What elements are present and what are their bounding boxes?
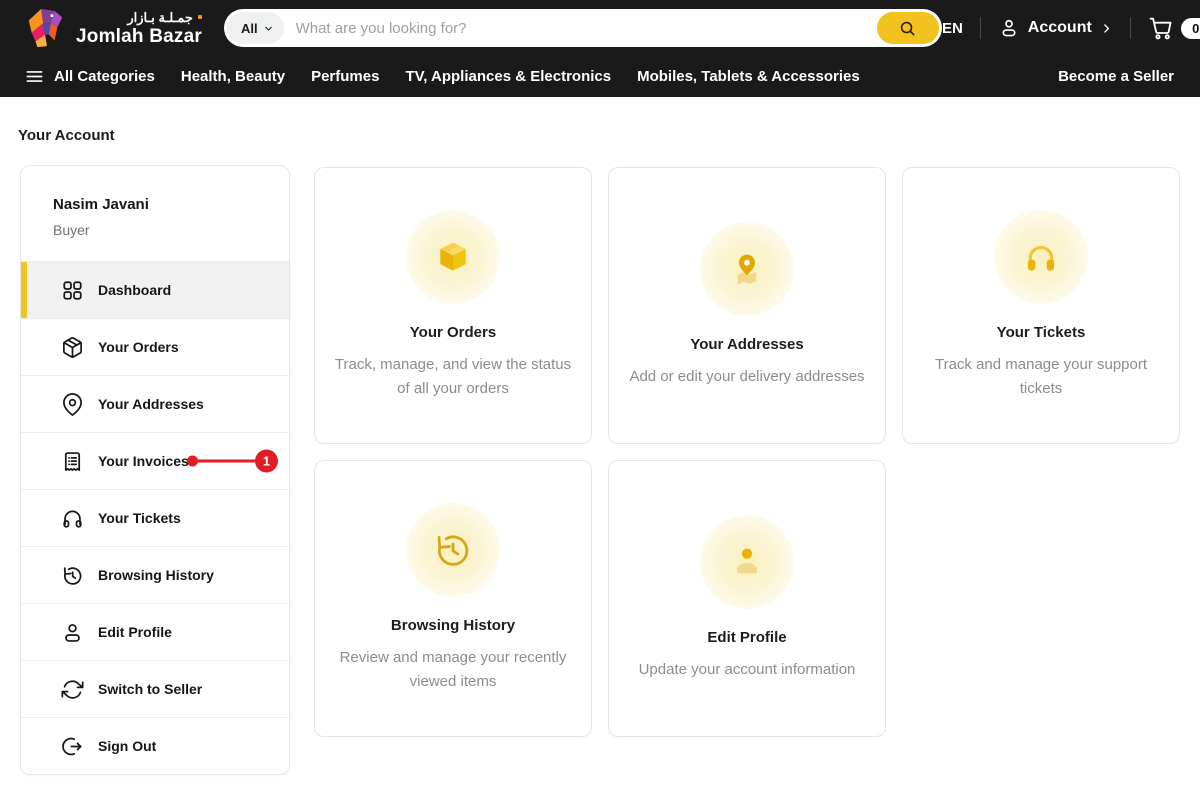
divider: [980, 17, 981, 39]
sidebar-item-your-addresses[interactable]: Your Addresses: [21, 375, 289, 432]
header: جمـلـة بـازار Jomlah Bazar All EN Accoun…: [0, 0, 1200, 56]
nav-link-perfumes[interactable]: Perfumes: [311, 68, 379, 85]
orders-box-icon: [432, 236, 474, 278]
card-title: Browsing History: [391, 617, 515, 634]
sidebar-item-label: Your Addresses: [98, 396, 204, 412]
account-page: Nasim Javani Buyer DashboardYour OrdersY…: [0, 165, 1200, 775]
search-icon: [898, 19, 917, 38]
sign-out-icon: [61, 735, 84, 758]
history-clock-icon: [431, 528, 475, 572]
brand-text: جمـلـة بـازار Jomlah Bazar: [76, 11, 202, 46]
search-category-label: All: [241, 21, 258, 36]
history-icon: [61, 564, 84, 587]
switch-icon: [61, 678, 84, 701]
sidebar-item-your-invoices[interactable]: Your Invoices 1: [21, 432, 289, 489]
icon-glow: [406, 210, 500, 304]
map-pin-icon: [61, 393, 84, 416]
card-edit-profile[interactable]: Edit Profile Update your account informat…: [608, 460, 886, 737]
person-icon: [998, 17, 1020, 39]
invoice-icon: [61, 450, 84, 473]
logo-dot-icon: [198, 15, 202, 19]
dashboard-cards: Your Orders Track, manage, and view the s…: [314, 167, 1180, 737]
icon-glow: [406, 503, 500, 597]
cart-count-badge: 0: [1181, 18, 1200, 39]
sidebar-item-label: Browsing History: [98, 567, 214, 583]
sidebar-item-switch-to-seller[interactable]: Switch to Seller: [21, 660, 289, 717]
cart-button[interactable]: 0: [1148, 15, 1200, 41]
card-title: Your Addresses: [690, 336, 803, 353]
icon-glow: [994, 210, 1088, 304]
divider: [1130, 17, 1131, 39]
sidebar-item-label: Your Tickets: [98, 510, 181, 526]
card-description: Track, manage, and view the status of al…: [331, 353, 575, 401]
card-description: Track and manage your support tickets: [919, 353, 1163, 401]
annotation-line: [196, 459, 257, 463]
user-role: Buyer: [53, 222, 257, 238]
cart-icon: [1148, 15, 1174, 41]
address-pin-icon: [726, 248, 768, 290]
sidebar-item-browsing-history[interactable]: Browsing History: [21, 546, 289, 603]
user-info: Nasim Javani Buyer: [21, 166, 289, 261]
search-input[interactable]: [284, 20, 877, 37]
sidebar-item-label: Your Invoices: [98, 453, 189, 469]
grid-icon: [61, 279, 84, 302]
headset-icon: [1019, 235, 1063, 279]
sidebar-menu: Dashboard Your Orders Your Addresses Your I…: [21, 261, 289, 774]
sidebar-item-label: Dashboard: [98, 282, 171, 298]
header-right: EN Account 0: [942, 15, 1200, 41]
chevron-down-icon: [263, 23, 274, 34]
brand-logo[interactable]: جمـلـة بـازار Jomlah Bazar: [25, 6, 202, 50]
card-browsing-history[interactable]: Browsing History Review and manage your r…: [314, 460, 592, 737]
card-description: Add or edit your delivery addresses: [629, 365, 864, 389]
search-category-dropdown[interactable]: All: [227, 12, 284, 44]
profile-person-icon: [725, 540, 769, 584]
user-name: Nasim Javani: [53, 196, 257, 213]
account-label: Account: [1028, 19, 1092, 37]
search-button[interactable]: [877, 12, 939, 44]
icon-glow: [700, 222, 794, 316]
sidebar-item-label: Switch to Seller: [98, 681, 202, 697]
become-a-seller-link[interactable]: Become a Seller: [1058, 68, 1174, 85]
nav-link-tv-appliances-electronics[interactable]: TV, Appliances & Electronics: [405, 68, 611, 85]
account-sidebar: Nasim Javani Buyer Dashboard Your Orders Y…: [20, 165, 290, 775]
nav-link-health-beauty[interactable]: Health, Beauty: [181, 68, 285, 85]
brand-latin-text: Jomlah Bazar: [76, 27, 202, 46]
annotation-marker: 1: [187, 450, 278, 473]
search-bar: All: [224, 9, 942, 47]
icon-glow: [700, 515, 794, 609]
sidebar-item-your-tickets[interactable]: Your Tickets: [21, 489, 289, 546]
elephant-logo-icon: [25, 6, 67, 50]
card-title: Edit Profile: [707, 629, 786, 646]
annotation-badge: 1: [255, 450, 278, 473]
card-your-tickets[interactable]: Your Tickets Track and manage your suppor…: [902, 167, 1180, 444]
brand-arabic-text: جمـلـة بـازار: [76, 11, 202, 24]
breadcrumb: Your Account: [0, 97, 1200, 165]
sidebar-item-sign-out[interactable]: Sign Out: [21, 717, 289, 774]
card-description: Review and manage your recently viewed i…: [331, 646, 575, 694]
hamburger-icon: [25, 67, 44, 86]
sidebar-item-label: Edit Profile: [98, 624, 172, 640]
user-icon: [61, 621, 84, 644]
package-icon: [61, 336, 84, 359]
sidebar-item-your-orders[interactable]: Your Orders: [21, 318, 289, 375]
nav-all-categories[interactable]: All Categories: [25, 67, 155, 86]
sidebar-item-label: Sign Out: [98, 738, 156, 754]
card-description: Update your account information: [639, 658, 856, 682]
sidebar-item-label: Your Orders: [98, 339, 179, 355]
card-your-orders[interactable]: Your Orders Track, manage, and view the s…: [314, 167, 592, 444]
category-nav: All Categories Health, Beauty Perfumes TV,…: [0, 56, 1200, 97]
account-menu[interactable]: Account: [998, 17, 1113, 39]
sidebar-item-dashboard[interactable]: Dashboard: [21, 261, 289, 318]
language-switcher[interactable]: EN: [942, 20, 963, 37]
card-title: Your Orders: [410, 324, 496, 341]
chevron-right-icon: [1100, 22, 1113, 35]
card-your-addresses[interactable]: Your Addresses Add or edit your delivery …: [608, 167, 886, 444]
sidebar-item-edit-profile[interactable]: Edit Profile: [21, 603, 289, 660]
card-title: Your Tickets: [997, 324, 1086, 341]
headphones-icon: [61, 507, 84, 530]
nav-link-mobiles-tablets-accessories[interactable]: Mobiles, Tablets & Accessories: [637, 68, 860, 85]
